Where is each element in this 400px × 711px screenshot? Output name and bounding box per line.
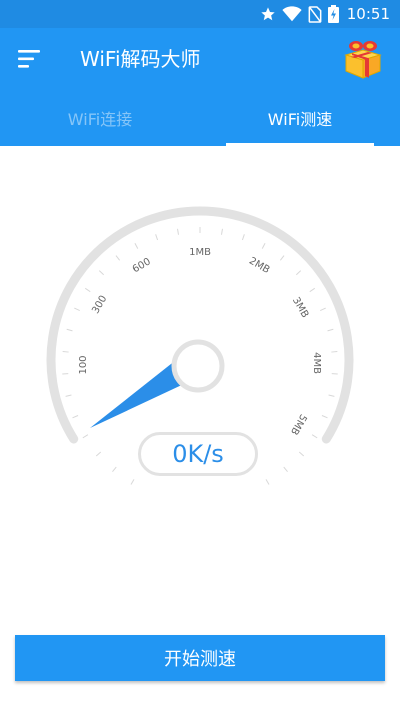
gauge-tick: [283, 466, 288, 472]
speed-readout: 0K/s: [138, 432, 258, 476]
gauge-tick: [134, 243, 139, 249]
gauge-tick: [115, 255, 121, 261]
wifi-icon: [282, 6, 302, 22]
gauge-label-600: 600: [131, 256, 153, 275]
gauge-tick: [296, 270, 302, 276]
gauge-tick: [130, 479, 135, 485]
gauge-tick: [72, 415, 79, 419]
app-bar: WiFi解码大师: [0, 28, 400, 90]
star-icon: [261, 7, 275, 21]
gauge-tick: [241, 234, 245, 241]
gauge-label-300: 300: [90, 294, 109, 316]
gauge-needle: [90, 360, 186, 428]
gauge-tick: [327, 328, 334, 332]
gauge-tick: [155, 234, 159, 241]
gauge-tick: [265, 479, 270, 485]
gauge-tick: [309, 287, 316, 293]
gauge-tick: [331, 350, 338, 353]
hamburger-menu-icon[interactable]: [18, 48, 42, 70]
gauge-tick: [311, 434, 318, 439]
gauge-tick: [82, 434, 89, 439]
app-title: WiFi解码大师: [80, 47, 201, 71]
gauge-label-5mb: 5MB: [288, 412, 309, 437]
status-bar: 10:51: [0, 0, 400, 28]
tab-wifi-speedtest[interactable]: WiFi测速: [200, 90, 400, 146]
gift-box-icon[interactable]: [342, 39, 384, 79]
gauge-tick: [74, 307, 80, 311]
gauge-label-3mb: 3MB: [290, 296, 311, 321]
gauge-tick: [95, 451, 102, 457]
gauge-tick: [221, 228, 223, 235]
start-speedtest-button[interactable]: 开始测速: [15, 635, 385, 681]
status-time: 10:51: [346, 5, 390, 23]
gauge-tick: [298, 451, 305, 457]
gauge-label-100: 100: [78, 355, 89, 374]
tab-wifi-connect[interactable]: WiFi连接: [0, 90, 200, 146]
gauge-tick: [328, 394, 335, 397]
gauge-tick: [84, 287, 91, 293]
no-sim-icon: [308, 5, 322, 23]
gauge-label-4mb: 4MB: [311, 352, 322, 374]
gauge-tick: [65, 394, 72, 397]
tab-bar: WiFi连接 WiFi测速: [0, 90, 400, 146]
gauge-hub: [171, 339, 225, 393]
gauge-tick: [66, 328, 73, 332]
gauge-tick: [279, 255, 285, 261]
gauge-tick: [62, 350, 69, 353]
gauge-tick: [177, 228, 179, 235]
gauge-track: [46, 206, 354, 444]
battery-charging-icon: [327, 5, 339, 23]
gauge-tick: [112, 466, 117, 472]
gauge-label-1mb: 1MB: [189, 247, 211, 258]
gauge-label-2mb: 2MB: [247, 256, 272, 277]
gauge-tick: [98, 270, 104, 276]
gauge-tick: [320, 307, 326, 311]
gauge-tick: [261, 243, 266, 249]
gauge-tick: [321, 415, 328, 419]
